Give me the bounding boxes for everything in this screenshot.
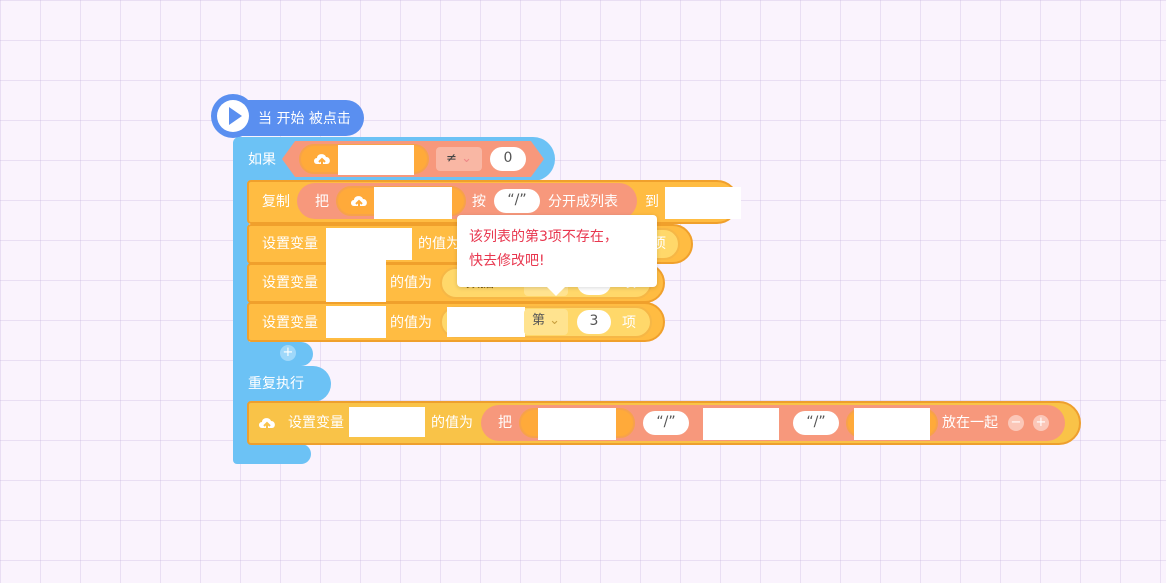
cloud-icon — [351, 196, 367, 208]
index-input-3[interactable]: 3 — [577, 310, 611, 334]
split-label: 分开成列表 — [548, 194, 618, 210]
set-variable-label: 设置变量 — [262, 315, 318, 331]
value-label: 的值为 — [418, 236, 460, 252]
take-label: 把 — [315, 194, 329, 210]
item-dropdown-3[interactable]: 第 ⌄ — [524, 309, 568, 335]
separator-input-2[interactable]: “/” — [793, 411, 839, 435]
item-suffix: 项 — [622, 315, 636, 331]
cloud-icon — [314, 154, 330, 166]
play-icon[interactable] — [211, 94, 255, 138]
redacted-item — [854, 408, 930, 440]
error-tooltip: 该列表的第3项不存在， 快去修改吧! — [457, 215, 657, 287]
plus-icon[interactable]: + — [1033, 415, 1049, 431]
to-label: 到 — [645, 194, 659, 210]
cloud-icon — [259, 418, 275, 430]
start-hat-label: 当 开始 被点击 — [258, 111, 351, 127]
repeat-label: 重复执行 — [248, 376, 304, 392]
value-label: 的值为 — [390, 315, 432, 331]
redacted-list-name — [665, 187, 741, 219]
plus-icon[interactable]: + — [280, 345, 296, 361]
by-label: 按 — [472, 194, 486, 210]
redacted-item — [703, 408, 779, 440]
set-variable-label: 设置变量 — [262, 236, 318, 252]
tooltip-line-2: 快去修改吧! — [469, 253, 545, 269]
redacted-variable-name — [338, 145, 414, 175]
if-label: 如果 — [248, 152, 276, 168]
value-label: 的值为 — [431, 415, 473, 431]
redacted-variable-name — [374, 187, 452, 219]
set-variable-label: 设置变量 — [262, 275, 318, 291]
set-variable-label: 设置变量 — [288, 415, 344, 431]
separator-input[interactable]: “/” — [494, 189, 540, 213]
join-label: 放在一起 — [942, 415, 998, 431]
take-label: 把 — [498, 415, 512, 431]
minus-icon[interactable]: − — [1008, 415, 1024, 431]
tooltip-pointer — [546, 286, 566, 296]
chevron-down-icon: ⌄ — [461, 151, 472, 166]
redacted-item — [538, 408, 616, 440]
compare-value-input[interactable]: 0 — [490, 147, 526, 171]
operator-dropdown[interactable]: ≠ ⌄ — [436, 147, 482, 171]
redacted-variable-name — [349, 407, 425, 437]
redacted-variable-name — [326, 306, 386, 338]
operator-symbol: ≠ — [446, 151, 457, 166]
redacted-variable-name — [326, 228, 412, 260]
repeat-block-footer — [233, 444, 311, 464]
if-block-footer — [233, 342, 313, 366]
redacted-list-name — [447, 307, 525, 337]
chevron-down-icon: ⌄ — [549, 313, 561, 328]
tooltip-line-1: 该列表的第3项不存在， — [469, 229, 618, 245]
copy-label: 复制 — [262, 194, 290, 210]
separator-input-1[interactable]: “/” — [643, 411, 689, 435]
item-prefix: 第 — [531, 313, 545, 328]
value-label: 的值为 — [390, 275, 432, 291]
